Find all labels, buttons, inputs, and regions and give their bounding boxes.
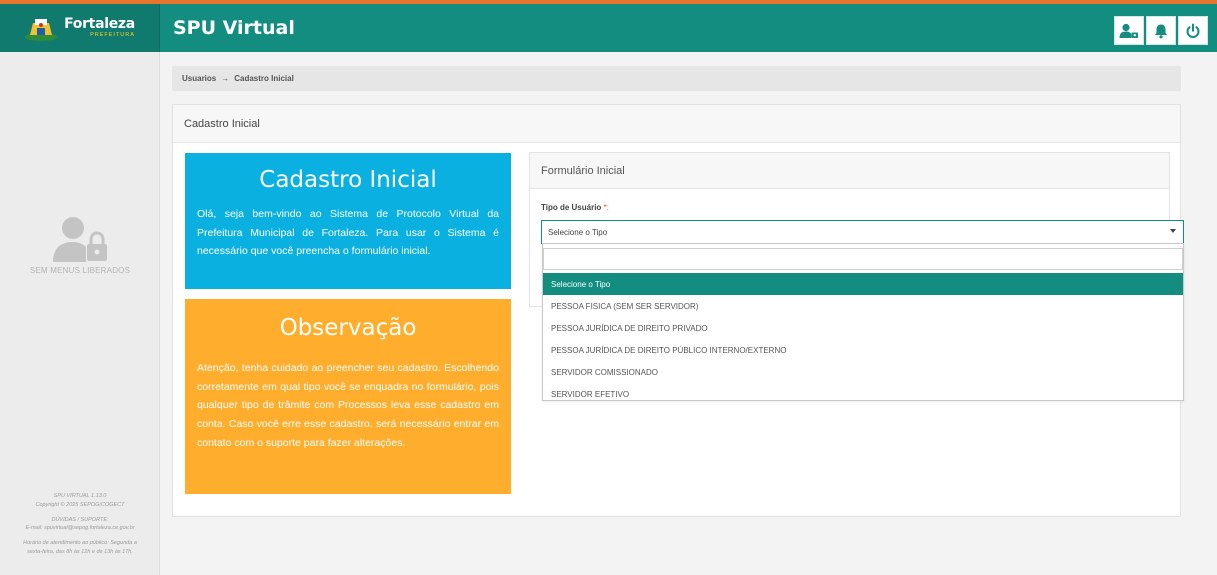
welcome-panel: Cadastro Inicial Olá, seja bem-vindo ao …: [185, 153, 511, 289]
top-actions: [1114, 16, 1208, 45]
sidebar-footer: SPU VIRTUAL 1.13.0 Copyright © 2025 SEPO…: [0, 492, 160, 557]
user-type-label: Tipo de Usuário *:: [541, 203, 609, 212]
welcome-text: Olá, seja bem-vindo ao Sistema de Protoc…: [197, 208, 499, 258]
card-title: Cadastro Inicial: [173, 105, 1180, 143]
bell-icon: [1155, 24, 1167, 38]
user-type-select-value: Selecione o Tipo: [548, 227, 608, 237]
option-pj-privado[interactable]: PESSOA JURÍDICA DE DIREITO PRIVADO: [543, 317, 1183, 339]
support-title: DÚVIDAS / SUPORTE:: [51, 516, 109, 523]
option-pj-publico[interactable]: PESSOA JURÍDICA DE DIREITO PÚBLICO INTER…: [543, 339, 1183, 361]
user-type-label-text: Tipo de Usuário: [541, 203, 602, 212]
dropdown-options: Selecione o Tipo PESSOA FISICA (SEM SER …: [543, 273, 1183, 405]
top-bar: Fortaleza PREFEITURA SPU Virtual: [0, 0, 1217, 52]
app-title: SPU Virtual: [173, 17, 295, 39]
notice-panel: Observação Atenção, tenha cuidado ao pre…: [185, 299, 511, 494]
app-version: SPU VIRTUAL 1.13.0: [53, 493, 107, 499]
support-email[interactable]: E-mail: spuvirtual@sepog.fortaleza.ce.go…: [0, 524, 160, 533]
breadcrumb-current: Cadastro Inicial: [234, 74, 294, 83]
sidebar-empty-state: SEM MENUS LIBERADOS: [0, 216, 160, 275]
option-servidor-efetivo[interactable]: SERVIDOR EFETIVO: [543, 383, 1183, 405]
brand-name: Fortaleza: [64, 16, 135, 33]
option-servidor-comissionado[interactable]: SERVIDOR COMISSIONADO: [543, 361, 1183, 383]
notice-title: Observação: [279, 315, 417, 341]
user-type-dropdown: Selecione o Tipo PESSOA FISICA (SEM SER …: [542, 243, 1184, 401]
brand-logo[interactable]: Fortaleza PREFEITURA: [0, 4, 160, 52]
user-type-select[interactable]: Selecione o Tipo: [541, 220, 1184, 244]
breadcrumb-separator: →: [221, 74, 230, 83]
logout-button[interactable]: [1178, 16, 1208, 45]
user-settings-icon: [1119, 23, 1138, 38]
support-hours-line2: sexta-feira, das 8h às 12h e de 13h às 1…: [27, 548, 133, 555]
support-hours-line1: Horário de atendimento ao público: Segun…: [23, 540, 137, 547]
fortaleza-crest-icon: [25, 19, 58, 41]
locked-user-icon: [53, 217, 107, 262]
dropdown-search-input[interactable]: [543, 248, 1183, 270]
breadcrumb: Usuarios → Cadastro Inicial: [172, 66, 1181, 91]
notifications-button[interactable]: [1146, 16, 1176, 45]
breadcrumb-usuarios[interactable]: Usuarios: [182, 74, 216, 83]
notice-text: Atenção, tenha cuidado ao preencher seu …: [197, 362, 499, 449]
option-selecione[interactable]: Selecione o Tipo: [543, 273, 1183, 295]
form-title: Formulário Inicial: [530, 153, 1169, 189]
chevron-down-icon: [1170, 229, 1176, 233]
brand-subtitle: PREFEITURA: [90, 32, 135, 39]
user-settings-button[interactable]: [1114, 16, 1144, 45]
sidebar: SEM MENUS LIBERADOS SPU VIRTUAL 1.13.0 C…: [0, 52, 160, 575]
required-mark: *:: [603, 203, 609, 212]
no-menus-label: SEM MENUS LIBERADOS: [29, 266, 131, 275]
power-icon: [1186, 23, 1200, 38]
copyright: Copyright © 2025 SEPOG/COGECT: [35, 501, 125, 508]
option-pessoa-fisica[interactable]: PESSOA FISICA (SEM SER SERVIDOR): [543, 295, 1183, 317]
welcome-title: Cadastro Inicial: [259, 167, 437, 193]
